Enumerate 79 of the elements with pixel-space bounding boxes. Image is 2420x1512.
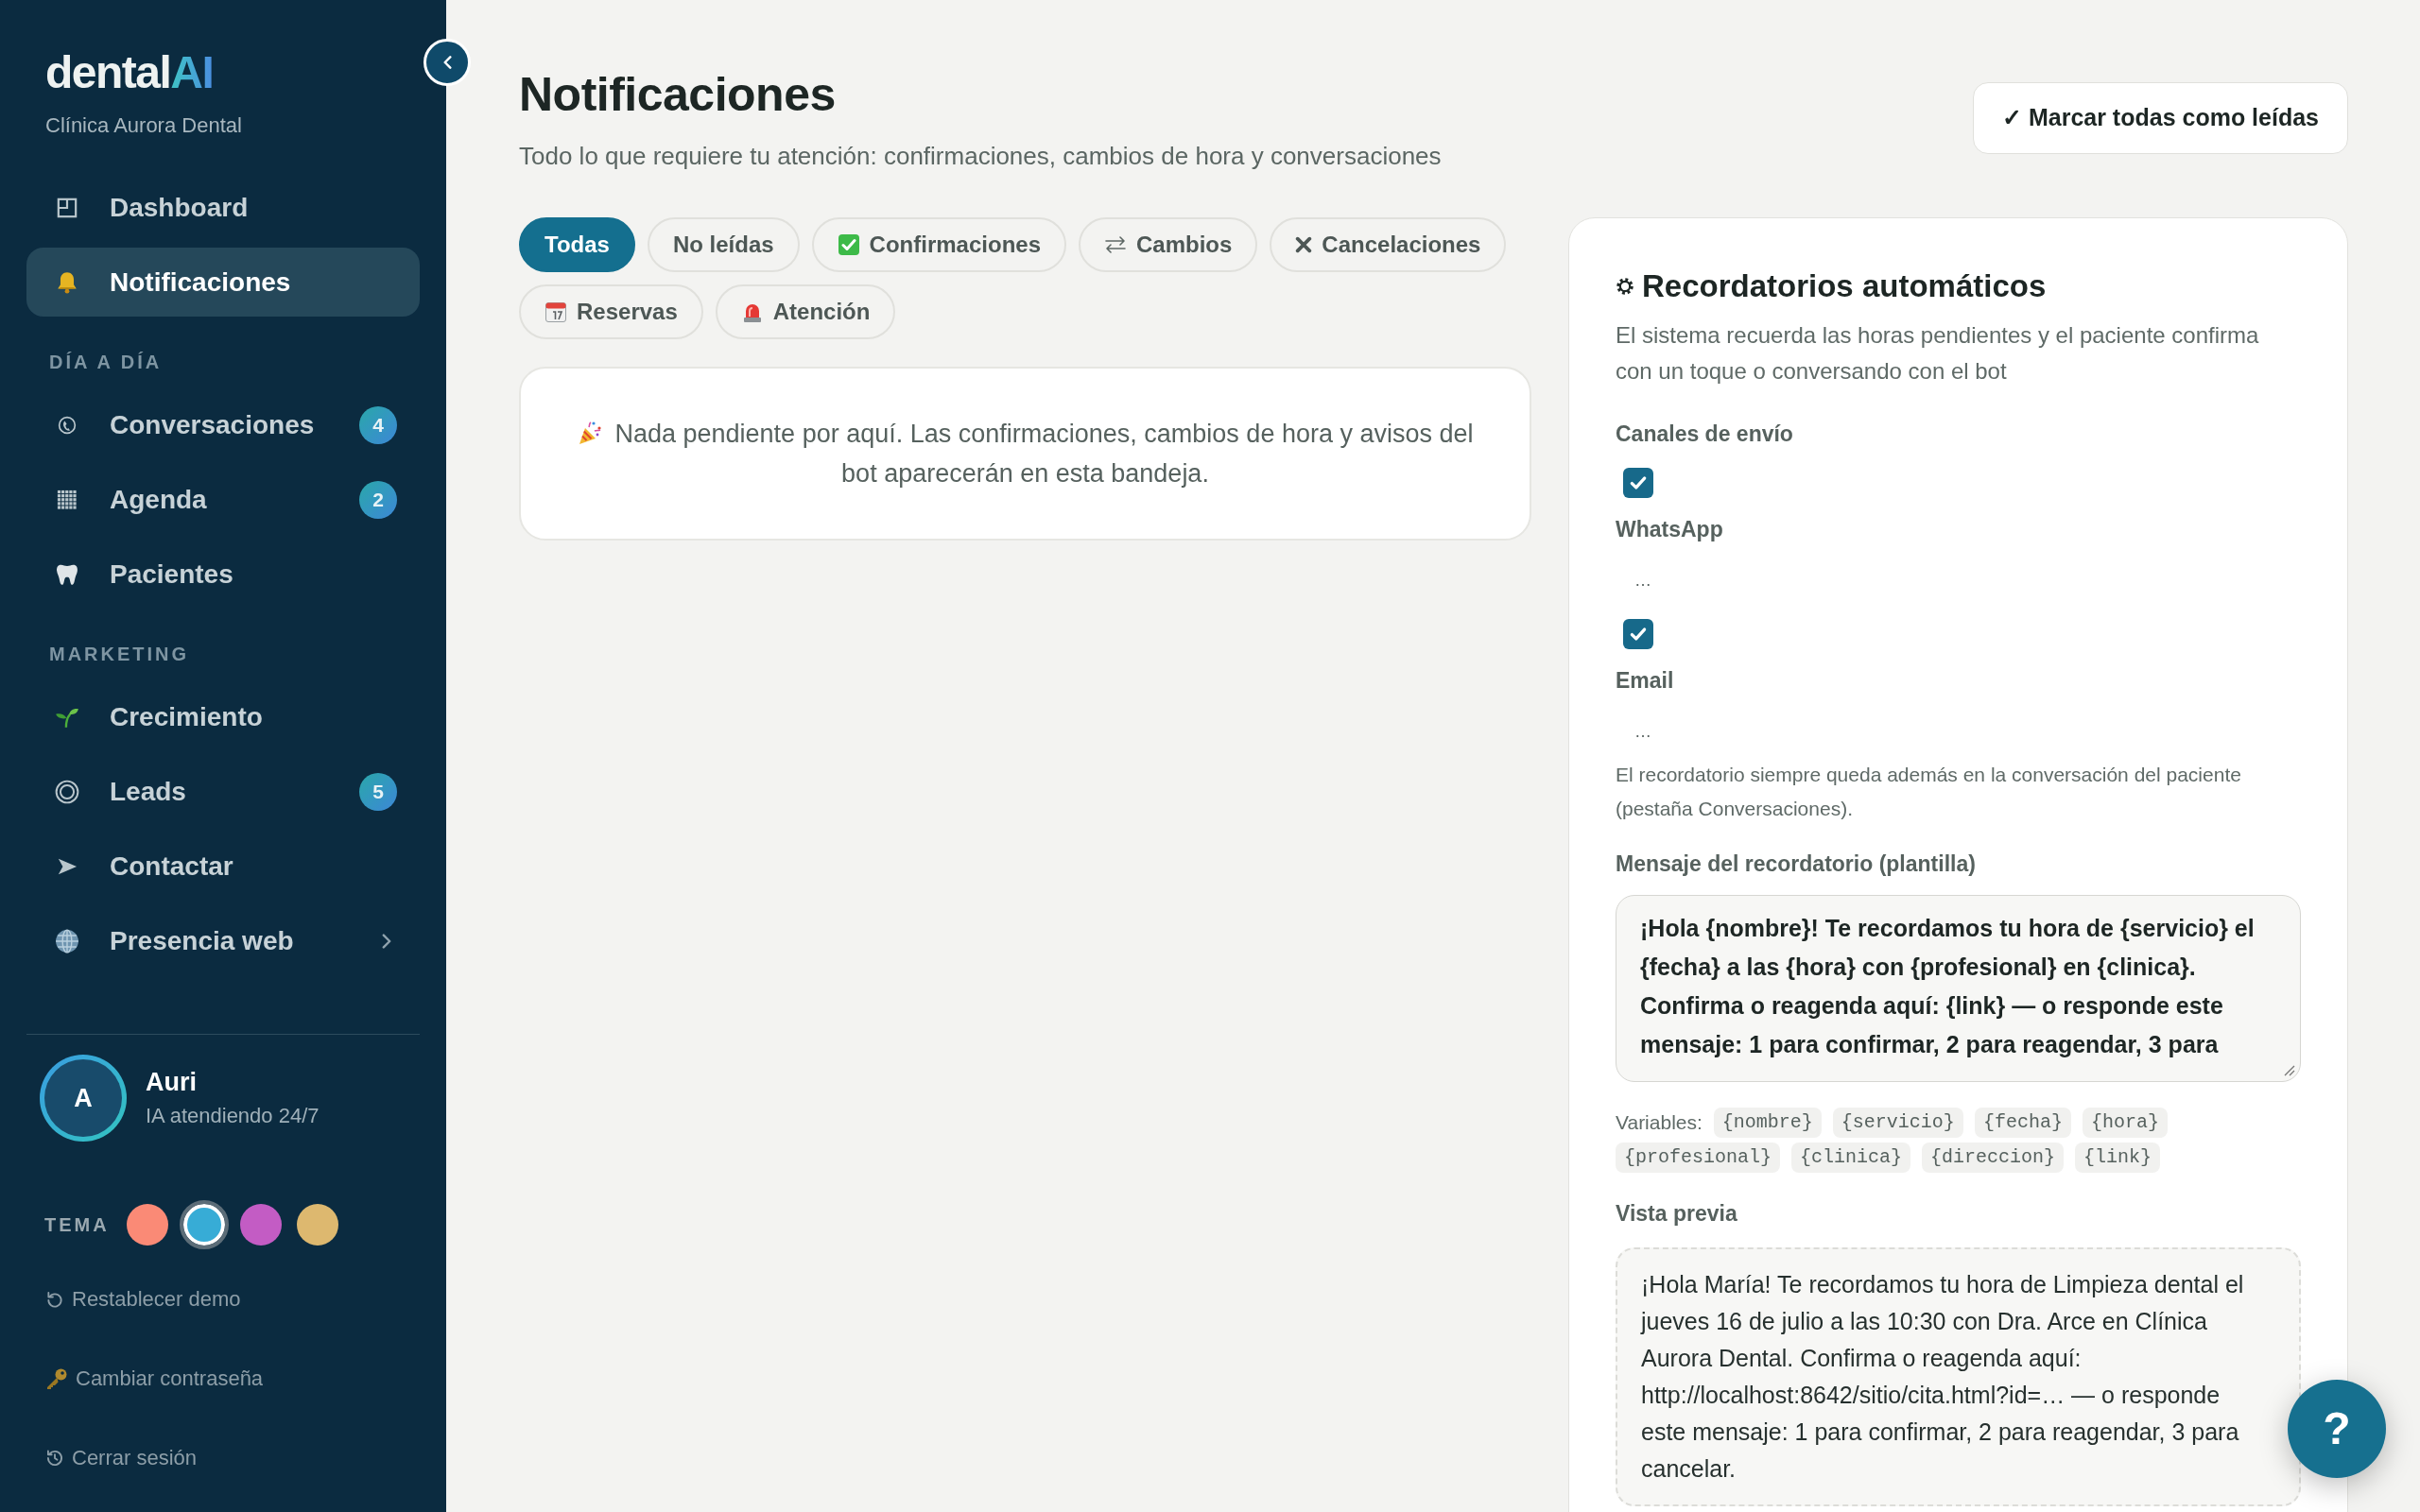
section-heading: MARKETING [48, 643, 191, 665]
variable-tag: {hora} [2082, 1108, 2168, 1138]
swap-arrows-icon [1104, 235, 1127, 254]
help-button[interactable]: ? [2288, 1380, 2386, 1478]
history-icon [45, 1449, 64, 1468]
variable-tag: {link} [2075, 1143, 2161, 1173]
reset-icon [45, 1290, 64, 1309]
nav-item[interactable]: Notificaciones [26, 248, 420, 317]
field-label: Vista previa [1616, 1200, 1738, 1227]
nav-item[interactable]: Conversaciones 4 [26, 390, 420, 459]
target-icon [55, 779, 79, 804]
message-preview: ¡Hola María! Te recordamos tu hora de Limpieza dental el jueves 16 de julio a las 10:30 con Dra. Arce en Clínica Aurora Dental. Confirma o reagenda aquí: http://localhost:8642/sitio/cita.html?id=… — o responde este mensaje: 1 para confirmar, 2 para reagendar, 3 para cancelar. [1616, 1247, 2301, 1506]
variable-tag: {clinica} [1791, 1143, 1911, 1173]
avatar: A [40, 1055, 127, 1142]
filter-chip[interactable]: Reservas [519, 284, 703, 339]
nav-item[interactable]: Presencia web [26, 906, 420, 975]
channel-detail: … [1634, 721, 1651, 743]
theme-swatch[interactable] [296, 1204, 338, 1246]
variables-label: Variables: [1616, 1110, 1703, 1135]
sidebar-link[interactable]: Cambiar contraseña [76, 1366, 264, 1392]
resize-handle-icon [2282, 1063, 2295, 1076]
variable-tag: {servicio} [1832, 1108, 1963, 1138]
assistant-name: Auri [146, 1067, 198, 1097]
page-title: Notificaciones [519, 67, 836, 123]
card-description: El sistema recuerda las horas pendientes y el paciente confirma con un toque o conversando con el bot [1616, 321, 2260, 386]
bell-icon [55, 269, 79, 295]
variable-tag: {direccion} [1922, 1143, 2065, 1173]
variable-tag: {nombre} [1713, 1108, 1822, 1138]
filter-chip[interactable]: Todas [519, 217, 635, 272]
theme-swatch[interactable] [239, 1204, 282, 1246]
channel-label: WhatsApp [1616, 516, 1723, 542]
chevron-left-icon [442, 56, 452, 69]
theme-label: TEMA [44, 1213, 110, 1236]
variable-tag: {profesional} [1616, 1143, 1781, 1173]
gear-icon [1616, 277, 1634, 296]
section-heading: DÍA A DÍA [48, 351, 164, 373]
filter-chip[interactable]: Cancelaciones [1270, 217, 1507, 272]
card-title: Recordatorios automáticos [1642, 267, 2047, 305]
filter-chip[interactable]: Atención [715, 284, 896, 339]
nav-item[interactable]: Pacientes [26, 540, 420, 609]
clinic-name: Clínica Aurora Dental [45, 112, 243, 139]
channel-label: Email [1616, 667, 1674, 694]
assistant-status: IA atendiendo 24/7 [146, 1103, 320, 1129]
filter-chip[interactable]: No leídas [647, 217, 800, 272]
filter-chip[interactable]: Cambios [1079, 217, 1258, 272]
empty-state-message: Nada pendiente por aquí. Las confirmaciones, cambios de hora y avisos del bot aparecerán en esta bandeja. [614, 420, 1474, 488]
count-badge: 4 [359, 405, 397, 444]
collapse-button[interactable] [424, 39, 471, 86]
x-mark-icon [1295, 236, 1313, 253]
nav-item[interactable]: Contactar [26, 832, 420, 901]
dashboard-icon [57, 197, 78, 218]
sidebar-link[interactable]: Restablecer demo [72, 1286, 241, 1313]
key-icon [45, 1367, 68, 1390]
field-label: Canales de envío [1616, 421, 1794, 447]
checkbox[interactable] [1623, 619, 1653, 649]
nav-item[interactable]: Dashboard [26, 173, 420, 242]
variable-tag: {fecha} [1974, 1108, 2071, 1138]
filter-chip[interactable]: Confirmaciones [811, 217, 1066, 272]
check-mark-icon [837, 233, 860, 256]
nav-item[interactable]: Agenda 2 [26, 465, 420, 534]
theme-swatch[interactable] [126, 1204, 168, 1246]
calendar-icon [544, 301, 567, 323]
mark-all-read-button[interactable]: ✓ Marcar todas como leídas [1973, 82, 2348, 154]
nav-item[interactable]: Leads 5 [26, 757, 420, 826]
nav-item[interactable]: Crecimiento [26, 682, 420, 751]
channel-detail: … [1634, 570, 1651, 592]
count-badge: 5 [359, 772, 397, 811]
chevron-right-icon [382, 933, 391, 949]
grid-icon [57, 489, 78, 510]
globe-icon [55, 928, 79, 954]
checkbox[interactable] [1623, 468, 1653, 498]
channel-note: El recordatorio siempre queda además en la conversación del paciente (pestaña Conversaciones). [1616, 763, 2242, 821]
count-badge: 2 [359, 480, 397, 519]
field-label: Mensaje del recordatorio (plantilla) [1616, 850, 1977, 877]
phone-icon [58, 415, 77, 435]
logo: dentalAI [45, 47, 214, 98]
message-template-field[interactable]: ¡Hola {nombre}! Te recordamos tu hora de {servicio} el {fecha} a las {hora} con {profesional} en {clinica}. Confirma o reagenda aquí: {link} — o responde este mensaje: 1 para confirmar, 2 para reagendar, 3 para [1616, 895, 2301, 1082]
sidebar-link[interactable]: Cerrar sesión [72, 1445, 198, 1471]
page-subtitle: Todo lo que requiere tu atención: confirmaciones, cambios de hora y conversaciones [519, 142, 1442, 170]
